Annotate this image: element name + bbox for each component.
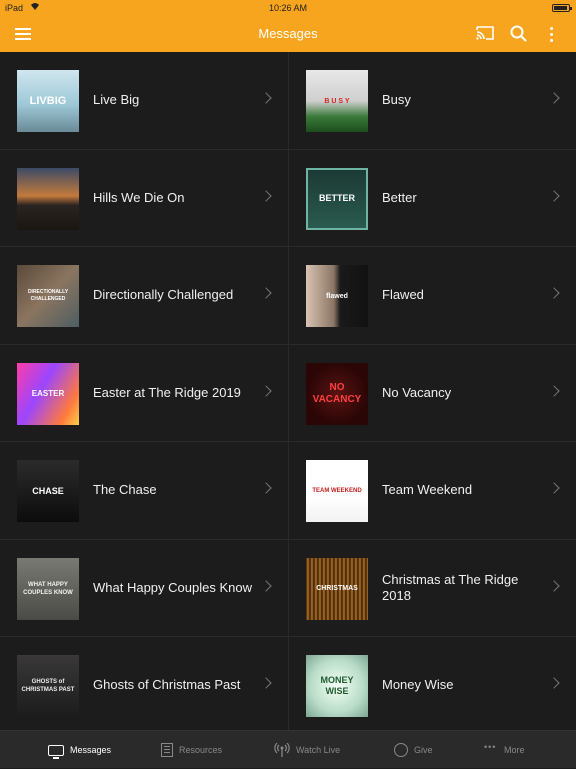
message-thumbnail: LIVBIG — [17, 70, 79, 132]
document-icon — [161, 743, 173, 757]
message-title: Team Weekend — [382, 482, 473, 498]
tab-label: Resources — [179, 745, 223, 755]
message-title: Money Wise — [382, 677, 454, 693]
chevron-right-icon — [260, 677, 272, 689]
message-title: Live Big — [93, 92, 140, 108]
message-item[interactable]: Hills We Die On — [0, 150, 288, 247]
globe-icon — [394, 743, 408, 757]
message-item[interactable]: GHOSTS of CHRISTMAS PAST Ghosts of Christ… — [0, 637, 288, 730]
tab-more[interactable]: More — [484, 731, 525, 769]
message-title: Hills We Die On — [93, 189, 185, 205]
thumbnail-text: WHAT HAPPY COUPLES KNOW — [23, 581, 73, 596]
message-item[interactable]: DIRECTIONALLY CHALLENGED Directionally Ch… — [0, 247, 288, 345]
message-item[interactable]: B U S Y Busy — [288, 52, 576, 150]
message-item[interactable]: BETTER Better — [288, 149, 576, 247]
thumbnail-text: B U S Y — [324, 97, 350, 105]
status-time: 10:26 AM — [268, 3, 308, 13]
thumbnail-text: DIRECTIONALLY CHALLENGED — [27, 289, 69, 302]
chevron-right-icon — [548, 677, 560, 689]
message-thumbnail: CHRISTMAS — [306, 557, 368, 620]
thumbnail-text: MONEY WISE — [320, 675, 354, 696]
message-item[interactable]: WHAT HAPPY COUPLES KNOW What Happy Couple… — [0, 540, 288, 637]
thumbnail-text: LIVBIG — [29, 94, 67, 107]
cast-icon[interactable] — [475, 24, 497, 44]
more-vert-icon[interactable] — [541, 24, 563, 44]
more-horiz-icon — [484, 742, 498, 757]
thumbnail-text: flawed — [326, 292, 348, 300]
message-item[interactable]: EASTER Easter at The Ridge 2019 — [0, 345, 288, 442]
message-item[interactable]: flawed Flawed — [288, 247, 576, 345]
message-item[interactable]: MONEY WISE Money Wise — [288, 637, 576, 730]
chevron-right-icon — [548, 189, 560, 202]
thumbnail-text: NO VACANCY — [312, 381, 362, 405]
message-title: The Chase — [93, 482, 157, 498]
message-thumbnail: EASTER — [17, 362, 79, 425]
chevron-right-icon — [548, 384, 560, 397]
message-title: Busy — [382, 92, 411, 108]
message-thumbnail: B U S Y — [306, 70, 368, 132]
message-title: Christmas at The Ridge 2018 — [382, 571, 519, 603]
top-app-bar: Messages — [0, 16, 576, 52]
message-title: Directionally Challenged — [93, 287, 234, 303]
chevron-right-icon — [548, 579, 560, 592]
message-title: What Happy Couples Know — [93, 579, 252, 595]
message-title: Flawed — [382, 287, 424, 303]
chevron-right-icon — [260, 92, 272, 104]
message-item[interactable]: CHRISTMAS Christmas at The Ridge 2018 — [288, 539, 576, 637]
message-thumbnail: WHAT HAPPY COUPLES KNOW — [17, 557, 79, 620]
chevron-right-icon — [260, 579, 272, 592]
message-thumbnail: DIRECTIONALLY CHALLENGED — [17, 265, 79, 327]
broadcast-icon — [274, 742, 290, 757]
message-thumbnail — [17, 167, 79, 230]
tab-label: More — [504, 745, 525, 755]
thumbnail-text: BETTER — [319, 193, 355, 203]
battery-icon — [552, 4, 572, 12]
message-thumbnail: TEAM WEEKEND — [306, 460, 368, 522]
chevron-right-icon — [260, 482, 272, 494]
message-thumbnail: GHOSTS of CHRISTMAS PAST — [17, 655, 79, 717]
tab-label: Messages — [70, 745, 112, 755]
chevron-right-icon — [548, 287, 560, 299]
message-title: No Vacancy — [382, 384, 452, 400]
thumbnail-text: CHRISTMAS — [316, 585, 358, 592]
chevron-right-icon — [548, 92, 560, 104]
message-title: Ghosts of Christmas Past — [93, 677, 241, 693]
tab-messages[interactable]: Messages — [48, 731, 111, 769]
message-item[interactable]: CHASE The Chase — [0, 442, 288, 540]
message-thumbnail: flawed — [306, 265, 368, 327]
thumbnail-text: GHOSTS of CHRISTMAS PAST — [21, 679, 75, 693]
status-bar: iPad 10:26 AM — [0, 0, 576, 16]
thumbnail-text: CHASE — [32, 485, 64, 496]
chevron-right-icon — [548, 482, 560, 494]
search-icon[interactable] — [509, 24, 531, 44]
message-title: Easter at The Ridge 2019 — [93, 384, 241, 400]
message-item[interactable]: TEAM WEEKEND Team Weekend — [288, 442, 576, 540]
message-thumbnail: CHASE — [17, 460, 79, 522]
chevron-right-icon — [260, 384, 272, 397]
message-item[interactable]: NO VACANCY No Vacancy — [288, 344, 576, 442]
chevron-right-icon — [260, 189, 272, 202]
message-thumbnail: MONEY WISE — [306, 655, 368, 717]
message-thumbnail: BETTER — [306, 167, 368, 230]
message-title: Better — [382, 189, 417, 205]
thumbnail-text: TEAM WEEKEND — [312, 488, 362, 494]
chevron-right-icon — [260, 287, 272, 299]
message-item[interactable]: LIVBIG Live Big — [0, 52, 288, 150]
message-thumbnail: NO VACANCY — [306, 362, 368, 425]
tab-resources[interactable]: Resources — [161, 731, 222, 769]
bottom-tab-bar: Messages Resources Watch Live Give More — [0, 730, 576, 768]
tab-give[interactable]: Give — [394, 731, 433, 769]
tab-watch-live[interactable]: Watch Live — [274, 731, 340, 769]
tab-label: Give — [414, 745, 433, 755]
messages-grid: LIVBIG Live Big B U S Y Busy Hills We Die On… — [0, 52, 576, 730]
tab-label: Watch Live — [296, 745, 341, 755]
thumbnail-text: EASTER — [31, 388, 65, 398]
monitor-icon — [48, 744, 64, 759]
